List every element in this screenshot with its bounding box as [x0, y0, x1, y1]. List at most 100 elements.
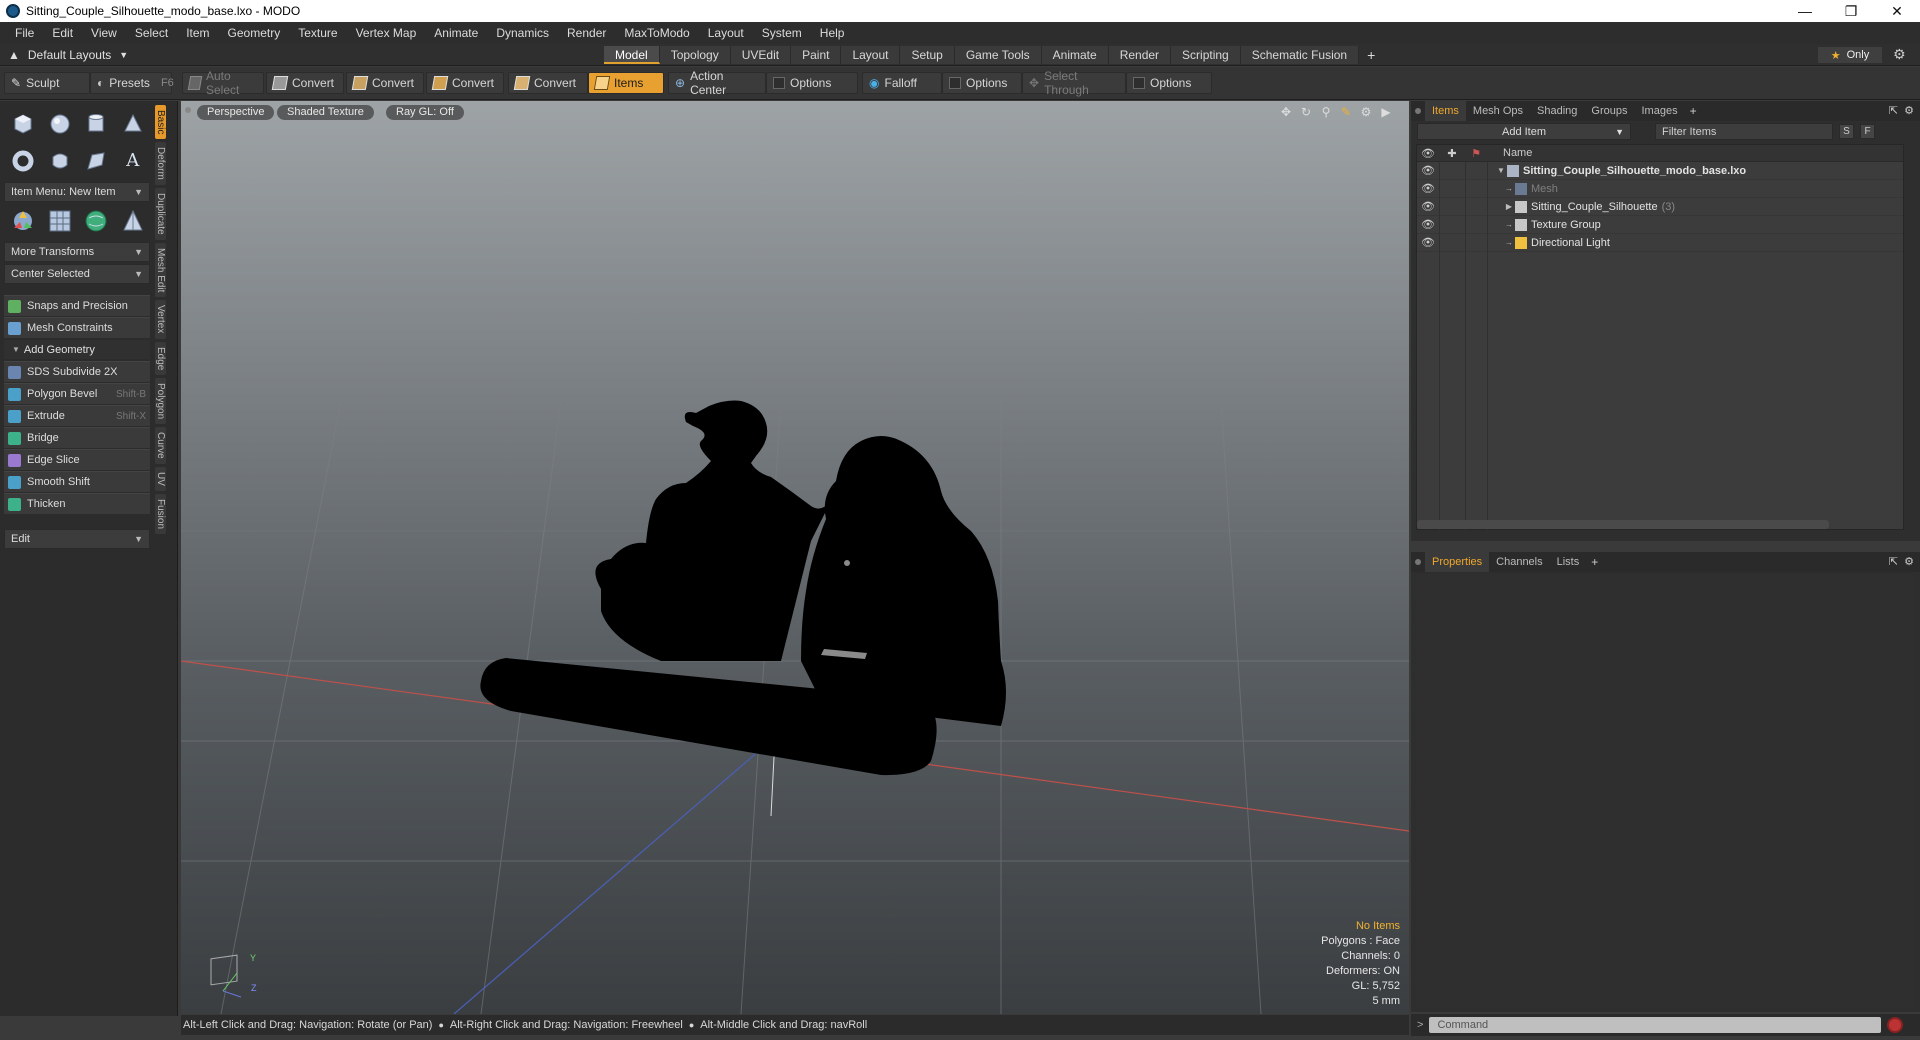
render-column-icon[interactable]: ⚑ — [1465, 147, 1487, 160]
vtab-basic[interactable]: Basic — [155, 105, 166, 140]
sitting-couple-silhouette[interactable] — [480, 400, 1006, 776]
tab-shading[interactable]: Shading — [1530, 101, 1584, 121]
menu-item[interactable]: Item — [177, 22, 218, 44]
tab-game-tools[interactable]: Game Tools — [954, 46, 1042, 64]
visibility-eye-icon[interactable]: 👁 — [1417, 236, 1439, 249]
menu-system[interactable]: System — [753, 22, 811, 44]
minimize-button[interactable]: — — [1782, 0, 1828, 22]
convert-vertices-button[interactable]: Convert — [266, 72, 344, 94]
only-toggle-button[interactable]: ★ Only — [1818, 47, 1882, 63]
tab-setup[interactable]: Setup — [900, 46, 955, 64]
action-center-options-button[interactable]: Options — [766, 72, 858, 94]
tab-items[interactable]: Items — [1425, 101, 1466, 121]
center-selected-dropdown[interactable]: Center Selected ▼ — [4, 264, 150, 284]
vtab-deform[interactable]: Deform — [155, 142, 166, 186]
tab-animate[interactable]: Animate — [1041, 46, 1109, 64]
perspective-view-button[interactable]: Perspective — [197, 105, 275, 120]
geometry-tool-button[interactable]: SDS Subdivide 2X — [4, 361, 150, 382]
3d-viewport[interactable]: Y Z Perspective Shaded Texture Ray GL: O… — [181, 101, 1409, 1014]
gear-icon[interactable]: ⚙ — [1893, 46, 1906, 63]
command-input[interactable]: Command — [1429, 1017, 1882, 1033]
tree-branch-icon[interactable]: → — [1503, 220, 1515, 229]
tab-schematic-fusion[interactable]: Schematic Fusion — [1240, 46, 1360, 64]
visibility-eye-icon[interactable]: 👁 — [1417, 164, 1439, 177]
select-through-button[interactable]: ✥ Select Through — [1022, 69, 1126, 97]
menu-help[interactable]: Help — [811, 22, 854, 44]
presets-button[interactable]: ◐ Presets F6 — [90, 72, 174, 94]
vtab-fusion[interactable]: Fusion — [155, 493, 166, 534]
tab-paint[interactable]: Paint — [791, 46, 842, 64]
vtab-mesh-edit[interactable]: Mesh Edit — [155, 242, 166, 298]
grid-icon[interactable] — [45, 205, 76, 236]
geometry-tool-button[interactable]: Edge Slice — [4, 449, 150, 470]
expand-right-icon[interactable]: ▶ — [1503, 202, 1515, 211]
select-through-options-button[interactable]: Options — [1126, 72, 1212, 94]
panel-gear-icon[interactable]: ⚙ — [1904, 555, 1914, 568]
vtab-edge[interactable]: Edge — [155, 341, 166, 376]
menu-geometry[interactable]: Geometry — [219, 22, 290, 44]
geometry-tool-button[interactable]: Bridge — [4, 427, 150, 448]
sphere-icon[interactable] — [45, 108, 76, 139]
tree-row[interactable]: 👁 → Directional Light — [1417, 234, 1903, 252]
cylinder-icon[interactable] — [81, 108, 112, 139]
name-column-header[interactable]: Name — [1487, 147, 1532, 159]
edit-dropdown[interactable]: Edit ▼ — [4, 529, 150, 549]
add-panel-tab-button[interactable]: + — [1586, 555, 1603, 569]
menu-vertex-map[interactable]: Vertex Map — [347, 22, 426, 44]
tree-row[interactable]: 👁 ▼ Sitting_Couple_Silhouette_modo_base.lx… — [1417, 162, 1903, 180]
tab-images[interactable]: Images — [1635, 101, 1685, 121]
move-view-icon[interactable]: ✥ — [1279, 105, 1293, 119]
menu-layout[interactable]: Layout — [699, 22, 753, 44]
shading-mode-button[interactable]: Shaded Texture — [277, 105, 374, 120]
menu-dynamics[interactable]: Dynamics — [487, 22, 558, 44]
layout-collapse-icon[interactable]: ▲ — [8, 48, 20, 62]
vtab-duplicate[interactable]: Duplicate — [155, 188, 166, 240]
restore-button[interactable]: ❐ — [1828, 0, 1874, 22]
default-layouts-dropdown[interactable]: ▲ Default Layouts ▼ — [0, 48, 600, 62]
auto-select-button[interactable]: Auto Select — [182, 69, 264, 97]
tree-row[interactable]: 👁 → Mesh — [1417, 180, 1903, 198]
menu-maxtomodo[interactable]: MaxToModo — [615, 22, 698, 44]
menu-texture[interactable]: Texture — [289, 22, 346, 44]
tab-layout[interactable]: Layout — [841, 46, 901, 64]
tree-row[interactable]: 👁 → Texture Group — [1417, 216, 1903, 234]
filter-items-input[interactable]: Filter Items — [1655, 123, 1833, 140]
add-tab-button[interactable]: + — [1359, 46, 1383, 64]
tab-scripting[interactable]: Scripting — [1171, 46, 1241, 64]
text-icon[interactable]: A — [118, 145, 149, 176]
more-transforms-dropdown[interactable]: More Transforms ▼ — [4, 242, 150, 262]
tab-properties[interactable]: Properties — [1425, 552, 1490, 572]
action-center-button[interactable]: ⊕ Action Center — [668, 69, 766, 97]
convert-edges-button[interactable]: Convert — [346, 72, 424, 94]
menu-select[interactable]: Select — [126, 22, 177, 44]
filter-f-button[interactable]: F — [1860, 124, 1875, 139]
record-icon[interactable] — [1887, 1017, 1904, 1033]
ray-gl-button[interactable]: Ray GL: Off — [386, 105, 464, 120]
falloff-options-button[interactable]: Options — [942, 72, 1022, 94]
tree-branch-icon[interactable]: → — [1503, 238, 1515, 247]
convert-polygons-button[interactable]: Convert — [426, 72, 504, 94]
pen-icon[interactable] — [81, 145, 112, 176]
add-panel-tab-button[interactable]: + — [1685, 104, 1702, 118]
menu-animate[interactable]: Animate — [425, 22, 487, 44]
expand-panel-icon[interactable]: ⇱ — [1889, 555, 1898, 568]
tree-branch-icon[interactable]: → — [1503, 184, 1515, 193]
items-mode-button[interactable]: Items — [588, 72, 664, 94]
tab-render[interactable]: Render — [1108, 46, 1172, 64]
tab-model[interactable]: Model — [604, 46, 660, 64]
expand-panel-icon[interactable]: ⇱ — [1889, 104, 1898, 117]
geometry-tool-button[interactable]: Smooth Shift — [4, 471, 150, 492]
tab-channels[interactable]: Channels — [1489, 552, 1549, 572]
globe-icon[interactable] — [81, 205, 112, 236]
mesh-constraints-button[interactable]: Mesh Constraints — [4, 317, 150, 338]
vtab-curve[interactable]: Curve — [155, 427, 166, 464]
geometry-tool-button[interactable]: Thicken — [4, 493, 150, 514]
falloff-button[interactable]: ◉ Falloff — [862, 72, 942, 94]
sculpt-button[interactable]: ✎ Sculpt — [4, 72, 90, 94]
tab-uvedit[interactable]: UVEdit — [730, 46, 792, 64]
lock-column-icon[interactable]: ✚ — [1439, 147, 1465, 160]
tab-lists[interactable]: Lists — [1550, 552, 1587, 572]
geometry-tool-button[interactable]: Extrude Shift-X — [4, 405, 150, 426]
pencil-icon[interactable]: ✎ — [1339, 105, 1353, 119]
geometry-tool-button[interactable]: Polygon Bevel Shift-B — [4, 383, 150, 404]
